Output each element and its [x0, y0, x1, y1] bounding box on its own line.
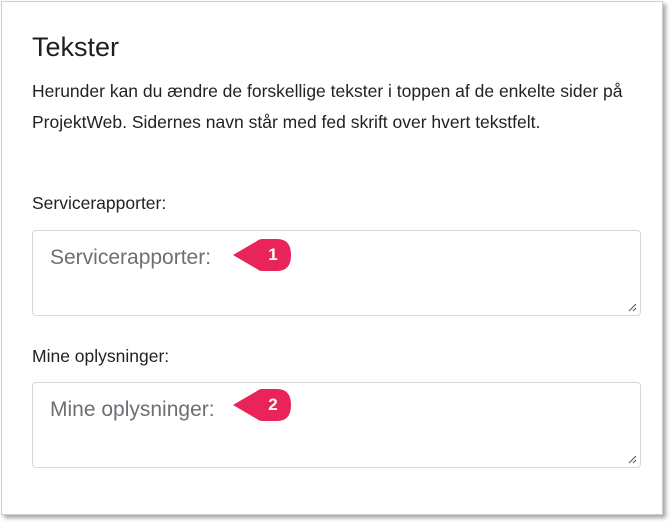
- callout-marker-1: 1: [233, 238, 295, 272]
- callout-marker-2: 2: [233, 388, 295, 422]
- texts-settings-panel: Tekster Herunder kan du ændre de forskel…: [1, 1, 663, 515]
- servicerapporter-placeholder: Servicerapporter:: [50, 246, 212, 269]
- mine-oplysninger-label: Mine oplysninger:: [32, 346, 170, 366]
- resize-grip-icon[interactable]: [627, 302, 637, 312]
- mine-oplysninger-placeholder: Mine oplysninger:: [50, 398, 215, 421]
- mine-oplysninger-textarea[interactable]: Mine oplysninger:: [32, 382, 641, 468]
- callout-number: 2: [268, 395, 278, 414]
- section-description: Herunder kan du ændre de forskellige tek…: [32, 81, 623, 132]
- servicerapporter-textarea[interactable]: Servicerapporter:: [32, 230, 641, 316]
- servicerapporter-label: Servicerapporter:: [32, 193, 167, 213]
- section-title: Tekster: [32, 32, 120, 62]
- resize-grip-icon[interactable]: [627, 454, 637, 464]
- callout-number: 1: [268, 245, 278, 264]
